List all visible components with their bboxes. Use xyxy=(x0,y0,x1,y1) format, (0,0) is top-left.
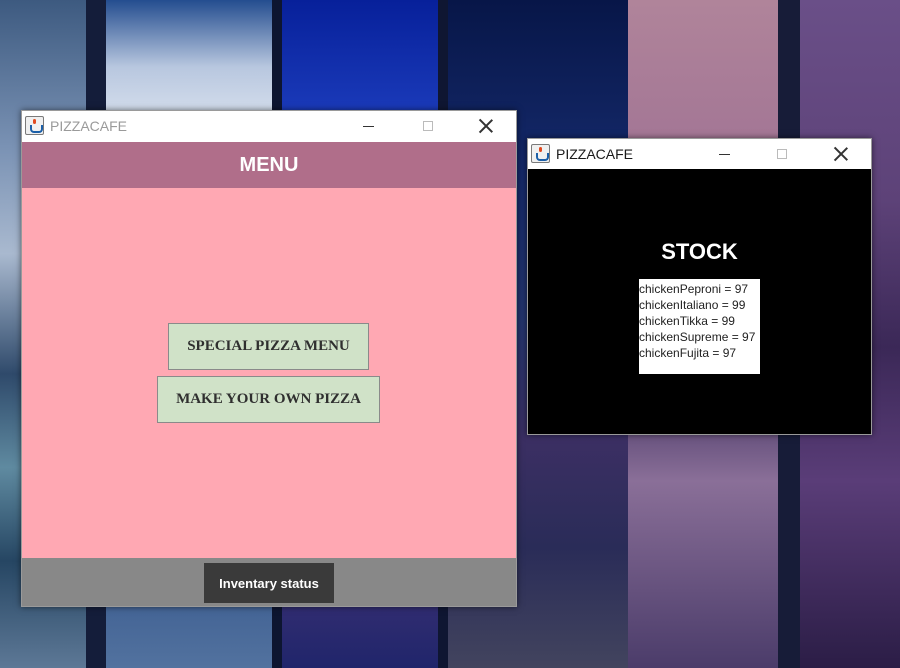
minimize-icon xyxy=(362,125,374,127)
stock-list: chickenPeproni = 97 chickenItaliano = 99… xyxy=(639,279,760,374)
stock-body: STOCK chickenPeproni = 97 chickenItalian… xyxy=(528,169,871,434)
stock-item: chickenPeproni = 97 xyxy=(639,282,749,296)
maximize-icon xyxy=(777,149,787,159)
menu-header: MENU xyxy=(22,142,516,188)
stock-item: chickenFujita = 97 xyxy=(639,346,737,360)
close-icon xyxy=(479,119,493,133)
close-button[interactable] xyxy=(463,111,509,141)
window-title: PIZZACAFE xyxy=(50,118,128,134)
maximize-button[interactable] xyxy=(759,139,805,169)
menu-window: PIZZACAFE MENU SPECIAL PIZZA MENU MAKE Y… xyxy=(21,110,517,607)
java-cup-icon xyxy=(531,144,550,163)
window-title: PIZZACAFE xyxy=(556,146,634,162)
java-cup-icon xyxy=(25,116,44,135)
stock-heading: STOCK xyxy=(661,239,738,264)
stock-item: chickenItaliano = 99 xyxy=(639,298,746,312)
stock-item: chickenSupreme = 97 xyxy=(639,330,756,344)
stock-window: PIZZACAFE STOCK chickenPeproni = 97 chic… xyxy=(527,138,872,435)
minimize-button[interactable] xyxy=(701,139,747,169)
inventory-status-button[interactable]: Inventary status xyxy=(204,563,334,603)
make-your-own-pizza-button[interactable]: MAKE YOUR OWN PIZZA xyxy=(157,376,380,423)
menu-body: SPECIAL PIZZA MENU MAKE YOUR OWN PIZZA xyxy=(22,188,516,558)
special-pizza-menu-button[interactable]: SPECIAL PIZZA MENU xyxy=(168,323,369,370)
close-button[interactable] xyxy=(818,139,864,169)
titlebar[interactable]: PIZZACAFE xyxy=(528,139,871,169)
titlebar[interactable]: PIZZACAFE xyxy=(22,111,516,141)
footer-bar: Inventary status xyxy=(22,558,516,606)
close-icon xyxy=(834,147,848,161)
stock-item: chickenTikka = 99 xyxy=(639,314,735,328)
maximize-icon xyxy=(423,121,433,131)
minimize-icon xyxy=(718,153,730,155)
maximize-button[interactable] xyxy=(405,111,451,141)
minimize-button[interactable] xyxy=(345,111,391,141)
